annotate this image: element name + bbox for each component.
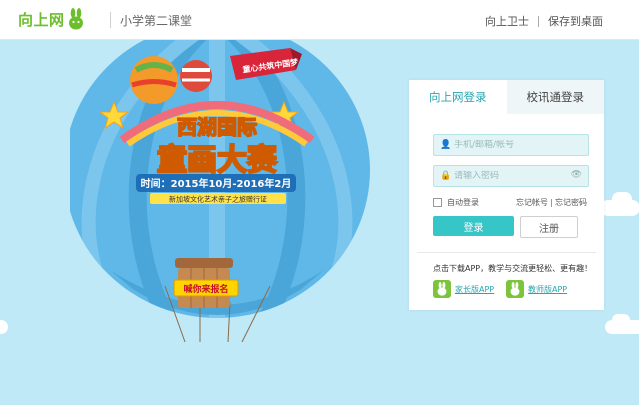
hot-air-balloon-illustration[interactable]: 童心共筑中国梦 西湖国际 童画大赛 时间：2015年10月-2016年2月 新加… (70, 40, 400, 405)
teacher-app-label: 教师版APP (528, 284, 568, 294)
event-title-line1: 西湖国际 (177, 115, 257, 139)
cloud (612, 314, 630, 326)
save-to-desktop-link[interactable]: 保存到桌面 (548, 13, 603, 29)
site-subtitle: 小学第二课堂 (120, 14, 193, 28)
cloud (0, 320, 8, 334)
panel-divider (417, 252, 596, 253)
link-separator (538, 15, 539, 27)
bunny-app-icon (506, 280, 524, 298)
register-button[interactable]: 注册 (520, 216, 578, 238)
tab-xiaoxuntong-login[interactable]: 校讯通登录 (506, 80, 604, 114)
login-button[interactable]: 登录 (433, 216, 514, 236)
link-separator (551, 198, 552, 207)
username-field[interactable]: 👤 (433, 134, 589, 156)
app-promo-text: 点击下载APP，教学与交流更轻松、更有趣！ (433, 264, 593, 273)
forgot-links: 忘记帐号 忘记密码 (516, 197, 587, 208)
user-icon: 👤 (440, 140, 452, 150)
eye-icon[interactable]: 👁 (571, 170, 582, 180)
forgot-password-link[interactable]: 忘记密码 (555, 197, 587, 208)
guardian-link[interactable]: 向上卫士 (485, 13, 529, 29)
login-options-row: 自动登录 忘记帐号 忘记密码 (433, 197, 587, 208)
username-input[interactable] (454, 140, 564, 150)
header-divider (110, 12, 111, 28)
login-tabs: 向上网登录 校讯通登录 (409, 80, 604, 114)
remember-checkbox[interactable] (433, 198, 442, 207)
parent-app-link[interactable]: 家长版APP (433, 280, 494, 298)
password-field[interactable]: 🔒 👁 (433, 165, 589, 187)
login-panel: 向上网登录 校讯通登录 👤 🔒 👁 自动登录 忘记帐号 忘记密码 登录 注册 点… (409, 80, 604, 310)
event-date: 时间：2015年10月-2016年2月 (141, 177, 292, 190)
sponsor-line: 新加坡文化艺术亲子之旅赠行证 (169, 195, 267, 204)
header-links: 向上卫士 保存到桌面 (485, 13, 603, 29)
top-header: 向上网 小学第二课堂 向上卫士 保存到桌面 (0, 0, 639, 40)
tab-xiangshang-login[interactable]: 向上网登录 (409, 80, 507, 114)
bunny-app-icon (433, 280, 451, 298)
lock-icon: 🔒 (440, 171, 452, 181)
site-logo[interactable]: 向上网 (18, 6, 84, 32)
parent-app-label: 家长版APP (455, 284, 495, 294)
signup-sign: 喊你来报名 (183, 283, 228, 295)
logo-text: 向上网 (18, 10, 65, 29)
forgot-account-link[interactable]: 忘记帐号 (516, 197, 548, 208)
teacher-app-link[interactable]: 教师版APP (506, 280, 567, 298)
password-input[interactable] (454, 171, 564, 181)
remember-label: 自动登录 (447, 198, 479, 207)
bunny-logo-icon (68, 8, 83, 30)
cloud (612, 192, 632, 206)
event-title-line2: 童画大赛 (157, 143, 278, 178)
